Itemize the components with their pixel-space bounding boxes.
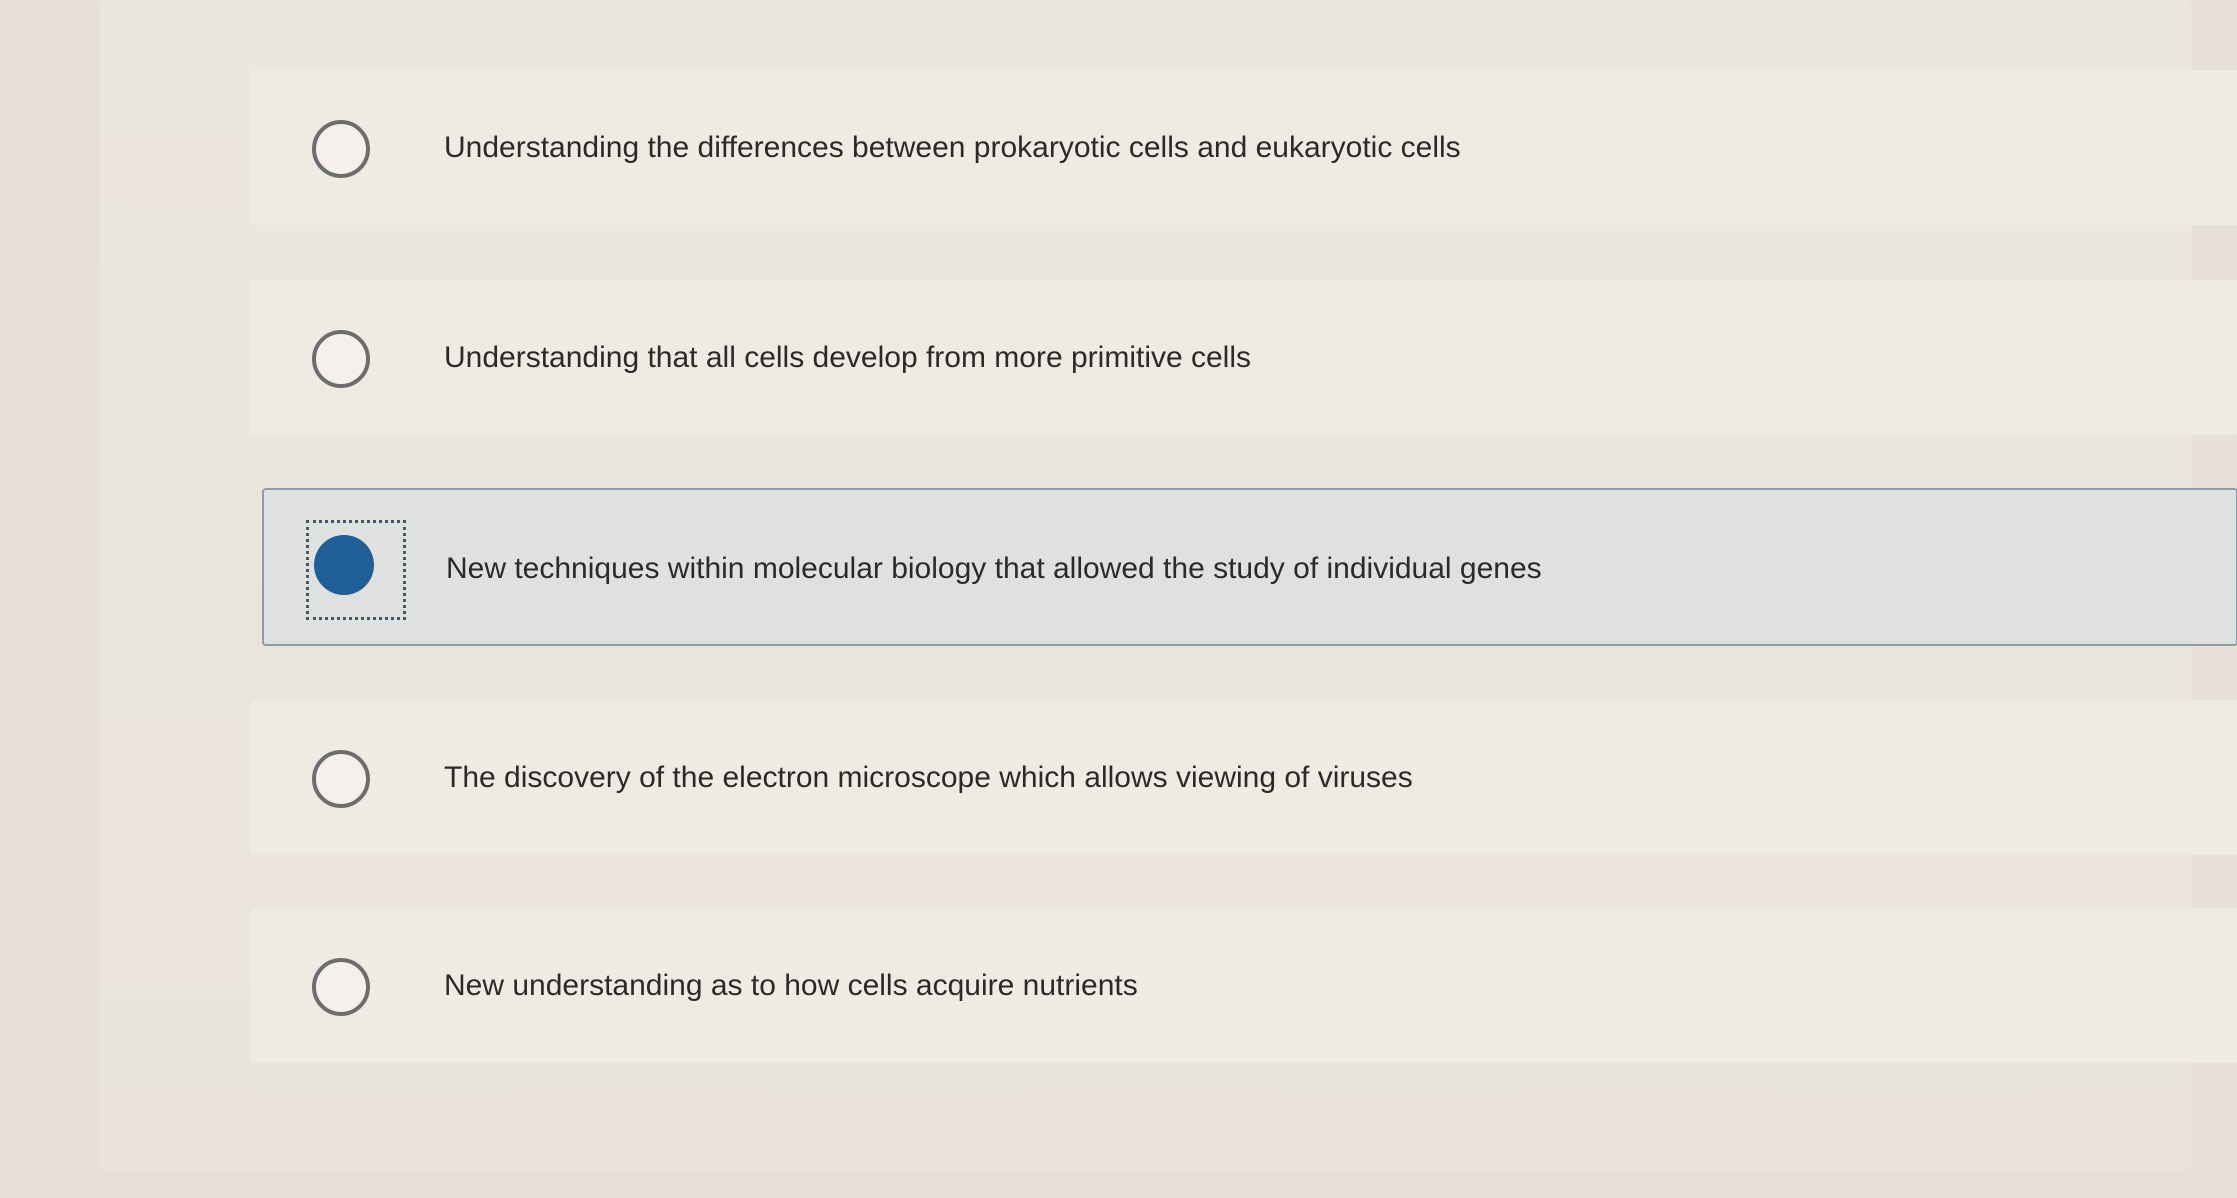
radio-button-unchecked-icon[interactable] — [312, 958, 370, 1016]
option-label[interactable]: New techniques within molecular biology … — [446, 490, 1542, 648]
answer-option-1[interactable]: Understanding the differences between pr… — [250, 70, 2237, 225]
radio-button-unchecked-icon[interactable] — [312, 330, 370, 388]
question-panel: Understanding the differences between pr… — [100, 0, 2237, 1170]
option-label[interactable]: New understanding as to how cells acquir… — [444, 908, 1138, 1063]
answer-option-4[interactable]: The discovery of the electron microscope… — [250, 700, 2237, 855]
option-label[interactable]: Understanding that all cells develop fro… — [444, 280, 1251, 435]
option-label[interactable]: The discovery of the electron microscope… — [444, 700, 1413, 855]
radio-button-checked-icon[interactable] — [314, 535, 374, 595]
answer-option-3[interactable]: New techniques within molecular biology … — [262, 488, 2237, 646]
answer-option-2[interactable]: Understanding that all cells develop fro… — [250, 280, 2237, 435]
option-label[interactable]: Understanding the differences between pr… — [444, 70, 1461, 225]
radio-button-unchecked-icon[interactable] — [312, 120, 370, 178]
answer-option-5[interactable]: New understanding as to how cells acquir… — [250, 908, 2237, 1063]
radio-button-unchecked-icon[interactable] — [312, 750, 370, 808]
